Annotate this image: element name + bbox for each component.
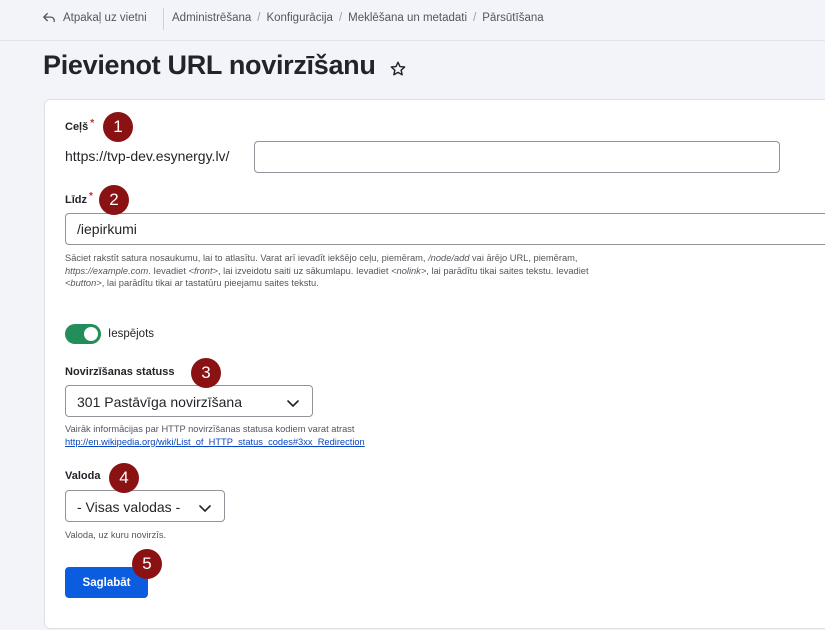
path-label: Ceļš * (65, 118, 95, 133)
toggle-knob (84, 327, 98, 341)
required-marker: * (90, 118, 95, 129)
breadcrumb-item-redirect[interactable]: Pārsūtīšana (482, 12, 543, 24)
toolbar: Atpakaļ uz vietni Administrēšana / Konfi… (0, 0, 825, 41)
language-selected-value: - Visas valodas - (77, 499, 181, 515)
breadcrumb-item-search-metadata[interactable]: Meklēšana un metadati (348, 12, 467, 24)
breadcrumb: Administrēšana / Konfigurācija / Meklēša… (172, 12, 544, 24)
back-arrow-icon[interactable] (42, 11, 56, 25)
breadcrumb-separator: / (473, 12, 477, 24)
enabled-toggle[interactable] (65, 324, 101, 344)
path-prefix: https://tvp-dev.esynergy.lv/ (65, 148, 230, 164)
status-label: Novirzīšanas statuss (65, 366, 175, 378)
status-select[interactable]: 301 Pastāvīga novirzīšana (65, 385, 313, 417)
toolbar-divider (163, 8, 164, 30)
breadcrumb-item-configuration[interactable]: Konfigurācija (266, 12, 332, 24)
chevron-down-icon (287, 400, 299, 407)
star-icon[interactable] (389, 60, 407, 78)
language-description: Valoda, uz kuru novirzīs. (65, 530, 167, 540)
enabled-label: Iespējots (108, 328, 155, 340)
to-label: Līdz * (65, 191, 93, 206)
annotation-badge-4: 4 (109, 463, 139, 493)
to-input[interactable] (65, 213, 825, 245)
breadcrumb-item-administration[interactable]: Administrēšana (172, 12, 251, 24)
form-card (44, 99, 825, 629)
chevron-down-icon (199, 505, 211, 512)
breadcrumb-separator: / (257, 12, 261, 24)
path-input[interactable] (254, 141, 780, 173)
breadcrumb-separator: / (338, 12, 343, 24)
language-select[interactable]: - Visas valodas - (65, 490, 225, 522)
back-to-site-link[interactable]: Atpakaļ uz vietni (63, 12, 147, 24)
language-label: Valoda (65, 470, 101, 482)
required-marker: * (89, 191, 93, 202)
to-description: Sāciet rakstīt satura nosaukumu, lai to … (65, 253, 589, 289)
status-codes-link[interactable]: http://en.wikipedia.org/wiki/List_of_HTT… (65, 437, 365, 447)
annotation-badge-5: 5 (132, 549, 162, 579)
page-title: Pievienot URL novirzīšanu (43, 50, 376, 80)
annotation-badge-3: 3 (191, 358, 221, 388)
status-description: Vairāk informācijas par HTTP novirzīšana… (65, 424, 365, 447)
annotation-badge-2: 2 (99, 185, 129, 215)
annotation-badge-1: 1 (103, 112, 133, 142)
status-selected-value: 301 Pastāvīga novirzīšana (77, 394, 242, 410)
